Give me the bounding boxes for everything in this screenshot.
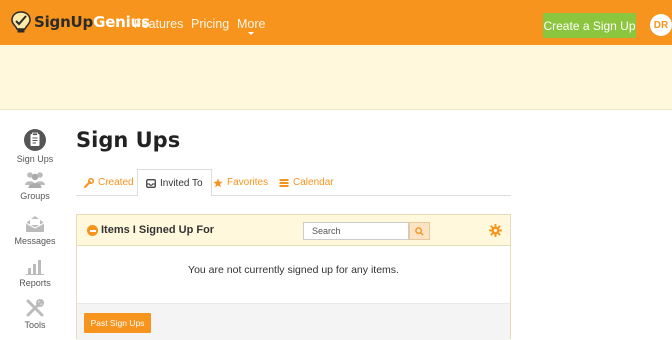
avatar[interactable]: DR: [650, 14, 672, 36]
page-title: Sign Ups: [76, 128, 181, 152]
tab-created[interactable]: Created: [84, 169, 134, 196]
star-icon: [213, 178, 223, 187]
sidebar-item-reports[interactable]: Reports: [0, 257, 70, 288]
collapse-icon[interactable]: [87, 225, 98, 236]
past-sign-ups-button[interactable]: Past Sign Ups: [84, 313, 151, 333]
caret-down-icon: [248, 32, 254, 35]
top-nav: SignUpGenius Features Pricing More Creat…: [0, 0, 672, 45]
wrench-icon: [84, 177, 94, 188]
tab-label: Calendar: [293, 177, 334, 188]
banner: [0, 45, 672, 110]
signed-up-items-panel: Items I Signed Up For Search You are not…: [76, 214, 511, 340]
tab-label: Created: [98, 177, 134, 188]
search-input[interactable]: [303, 222, 409, 240]
tab-label: Invited To: [160, 177, 203, 189]
sidebar-item-groups[interactable]: Groups: [0, 170, 70, 201]
panel-title: Items I Signed Up For: [101, 224, 215, 236]
calendar-icon: [279, 178, 289, 187]
tab-label: Favorites: [227, 177, 269, 188]
tools-icon: [26, 299, 44, 317]
empty-state-message: You are not currently signed up for any …: [188, 264, 399, 276]
panel-footer: Past Sign Ups: [77, 303, 510, 340]
lightbulb-icon: [11, 11, 31, 33]
sidebar-item-tools[interactable]: Tools: [0, 299, 70, 330]
nav-more[interactable]: More: [237, 17, 265, 31]
clipboard-icon: [24, 129, 46, 151]
groups-icon: [25, 172, 45, 188]
nav-pricing[interactable]: Pricing: [191, 17, 229, 31]
sidebar-item-label: Tools: [24, 320, 46, 330]
sidebar-item-sign-ups[interactable]: Sign Ups: [0, 129, 70, 164]
search-icon: [415, 226, 424, 236]
gear-icon: [488, 223, 502, 237]
sidebar-item-messages[interactable]: Messages: [0, 215, 70, 246]
search-button[interactable]: [409, 222, 430, 240]
tab-favorites[interactable]: Favorites: [213, 169, 268, 196]
tab-invited-to[interactable]: Invited To: [137, 169, 212, 197]
sidebar-item-label: Reports: [19, 278, 51, 288]
create-signup-button[interactable]: Create a Sign Up: [543, 13, 636, 38]
sidebar-item-label: Groups: [20, 191, 50, 201]
panel-header: Items I Signed Up For: [77, 215, 510, 246]
tab-calendar[interactable]: Calendar: [279, 169, 334, 196]
settings-button[interactable]: [488, 223, 502, 237]
logo-text: SignUpGenius: [34, 13, 150, 31]
tab-bar: Created Invited To Favorites Calendar: [76, 169, 511, 197]
sidebar-item-label: Messages: [14, 236, 56, 246]
envelope-icon: [25, 216, 45, 232]
nav-features[interactable]: Features: [134, 17, 183, 31]
bar-chart-icon: [26, 260, 44, 275]
inbox-icon: [146, 178, 156, 188]
logo[interactable]: SignUpGenius: [10, 10, 150, 34]
sidebar-item-label: Sign Ups: [16, 154, 54, 164]
